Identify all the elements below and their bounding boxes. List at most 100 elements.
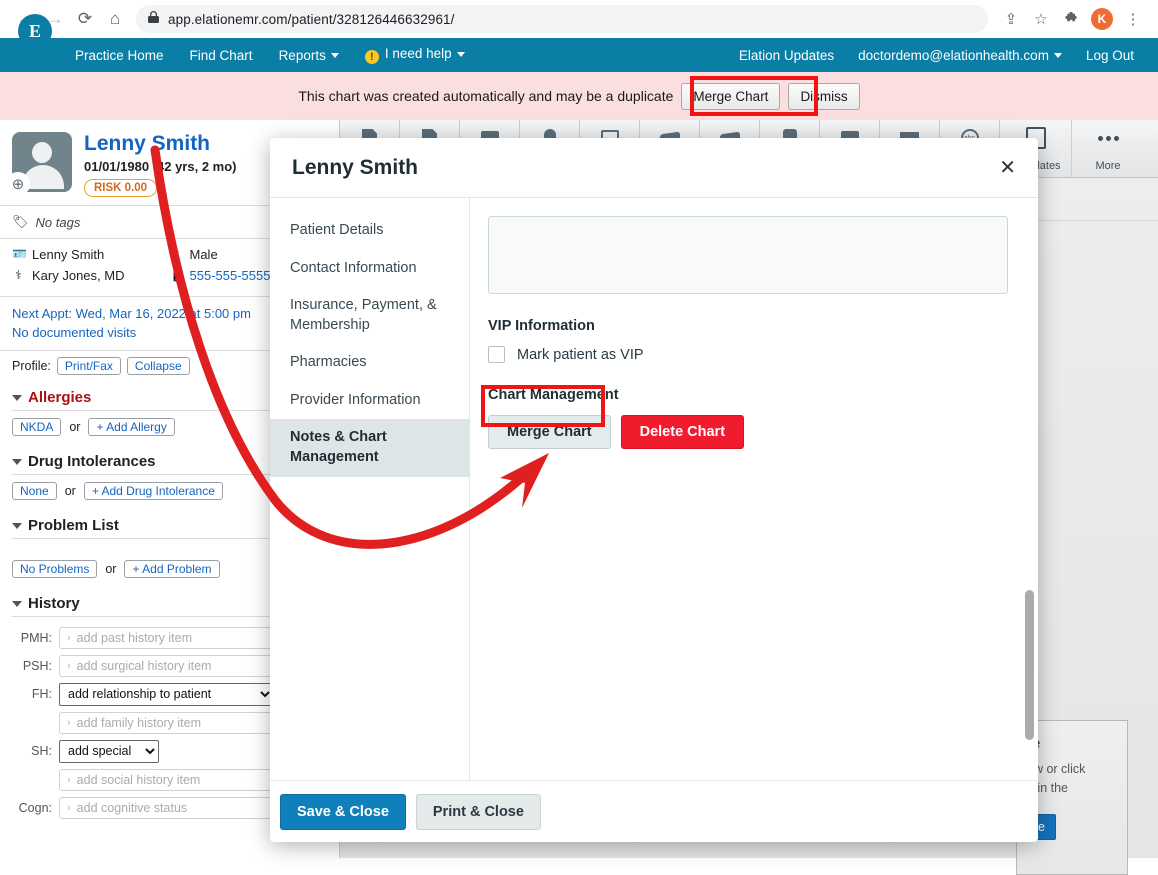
add-drug-intolerance-chip[interactable]: + Add Drug Intolerance (84, 482, 223, 500)
banner-merge-chart-button[interactable]: Merge Chart (681, 83, 780, 110)
modal-scrollbar-thumb[interactable] (1025, 590, 1034, 740)
triangle-down-icon (12, 601, 22, 607)
nav-reports-label: Reports (279, 48, 326, 63)
background-card-text: ow or click n in the (1027, 760, 1117, 798)
sidebar-item-patient-details[interactable]: Patient Details (270, 212, 469, 250)
patient-phone[interactable]: 555-555-5555 (190, 267, 271, 286)
chart-management-actions: Merge Chart Delete Chart (488, 415, 1008, 449)
problem-list-title: Problem List (28, 517, 119, 534)
allergies-title: Allergies (28, 389, 91, 406)
none-chip[interactable]: None (12, 482, 57, 500)
modal-scrollbar[interactable] (1025, 198, 1034, 780)
fh-item-placeholder: add family history item (77, 716, 201, 730)
page-title[interactable]: Lenny Smith (84, 132, 237, 156)
collapse-button[interactable]: Collapse (127, 357, 190, 375)
notes-textarea[interactable] (488, 216, 1008, 294)
toolbar-more-button[interactable]: More (1072, 120, 1144, 177)
share-icon[interactable]: ⇪ (996, 4, 1026, 34)
merge-chart-button[interactable]: Merge Chart (488, 415, 611, 449)
duplicate-chart-banner: This chart was created automatically and… (0, 72, 1158, 120)
or-label: or (69, 420, 80, 434)
browser-menu-icon[interactable]: ⋮ (1118, 4, 1148, 34)
modal-title: Lenny Smith (292, 156, 418, 180)
profile-avatar[interactable]: K (1091, 8, 1113, 30)
address-bar[interactable]: app.elationemr.com/patient/3281264466329… (136, 5, 988, 33)
background-card-title: te (1027, 735, 1117, 752)
add-problem-chip[interactable]: + Add Problem (124, 560, 219, 578)
top-nav-right-group: Elation Updates doctordemo@elationhealth… (727, 48, 1158, 63)
nkda-chip[interactable]: NKDA (12, 418, 61, 436)
status-badge: RISK 0.00 (84, 179, 157, 197)
no-problems-chip[interactable]: No Problems (12, 560, 97, 578)
triangle-down-icon (12, 523, 22, 529)
patient-legal-name-row: 🪪 Lenny Smith (12, 246, 170, 265)
more-label: More (1095, 160, 1120, 172)
save-and-close-button[interactable]: Save & Close (280, 794, 406, 830)
patient-legal-name: Lenny Smith (32, 246, 104, 265)
patient-tags-label: No tags (36, 215, 81, 230)
elation-logo[interactable]: E (18, 14, 52, 48)
gender-icon: ♂ (170, 246, 183, 265)
mark-vip-checkbox[interactable] (488, 346, 505, 363)
sidebar-item-provider-information[interactable]: Provider Information (270, 382, 469, 420)
patient-identity: Lenny Smith 01/01/1980 (42 yrs, 2 mo) RI… (84, 132, 237, 197)
chevron-down-icon (331, 53, 339, 58)
elation-logo-glyph: E (29, 21, 41, 42)
fh-label: FH: (12, 687, 52, 701)
sidebar-item-pharmacies[interactable]: Pharmacies (270, 344, 469, 382)
stethoscope-icon: ⚕ (12, 267, 25, 286)
print-and-close-button[interactable]: Print & Close (416, 794, 541, 830)
avatar: ⊕ (12, 132, 72, 192)
top-nav-left-group: Practice Home Find Chart Reports !I need… (62, 46, 478, 64)
app-top-nav: Practice Home Find Chart Reports !I need… (0, 38, 1158, 72)
nav-find-chart[interactable]: Find Chart (177, 48, 266, 63)
reload-icon[interactable]: ⟳ (70, 4, 100, 34)
modal-footer: Save & Close Print & Close (270, 780, 1038, 842)
sh-label: SH: (12, 744, 52, 758)
cogn-label: Cogn: (12, 801, 52, 815)
sidebar-item-insurance-payment-membership[interactable]: Insurance, Payment, & Membership (270, 287, 469, 344)
patient-provider: Kary Jones, MD (32, 267, 124, 286)
bookmark-icon[interactable]: ☆ (1026, 4, 1056, 34)
modal-header: Lenny Smith ✕ (270, 138, 1038, 198)
delete-chart-button[interactable]: Delete Chart (621, 415, 744, 449)
pmh-placeholder: add past history item (77, 631, 192, 645)
or-label: or (65, 484, 76, 498)
psh-label: PSH: (12, 659, 52, 673)
nav-i-need-help[interactable]: !I need help (352, 46, 478, 64)
banner-dismiss-button[interactable]: Dismiss (788, 83, 859, 110)
nav-elation-updates[interactable]: Elation Updates (727, 48, 846, 63)
patient-info-col-left: 🪪 Lenny Smith ⚕ Kary Jones, MD (12, 246, 170, 288)
avatar-head (32, 142, 52, 163)
close-icon[interactable]: ✕ (999, 158, 1016, 178)
home-icon[interactable]: ⌂ (100, 4, 130, 34)
triangle-down-icon (12, 395, 22, 401)
mark-vip-label: Mark patient as VIP (517, 347, 644, 363)
alert-icon: ! (365, 50, 379, 64)
print-fax-button[interactable]: Print/Fax (57, 357, 121, 375)
nav-reports[interactable]: Reports (266, 48, 352, 63)
drug-intolerances-title: Drug Intolerances (28, 453, 156, 470)
lock-icon (148, 11, 159, 27)
chevron-right-icon: › (67, 632, 71, 644)
ellipsis-icon (1097, 128, 1119, 148)
add-allergy-chip[interactable]: + Add Allergy (88, 418, 174, 436)
nav-account-email[interactable]: doctordemo@elationhealth.com (846, 48, 1074, 63)
or-label: or (105, 562, 116, 576)
chart-management-heading: Chart Management (488, 387, 1008, 403)
globe-icon: ⊕ (6, 172, 30, 196)
id-card-icon: 🪪 (12, 246, 25, 265)
nav-log-out[interactable]: Log Out (1074, 48, 1146, 63)
chevron-right-icon: › (67, 660, 71, 672)
sidebar-item-notes-chart-management[interactable]: Notes & Chart Management (270, 419, 469, 476)
fh-relationship-select[interactable]: add relationship to patient (59, 683, 274, 706)
background-card-line2: n in the (1027, 779, 1117, 798)
sh-special-select[interactable]: add special (59, 740, 159, 763)
patient-provider-row: ⚕ Kary Jones, MD (12, 267, 170, 286)
url-text: app.elationemr.com/patient/3281264466329… (168, 12, 455, 27)
nav-practice-home[interactable]: Practice Home (62, 48, 177, 63)
patient-dob-age: 01/01/1980 (42 yrs, 2 mo) (84, 159, 237, 174)
sidebar-item-contact-information[interactable]: Contact Information (270, 250, 469, 288)
extensions-icon[interactable] (1056, 4, 1086, 34)
profile-label: Profile: (12, 359, 51, 373)
